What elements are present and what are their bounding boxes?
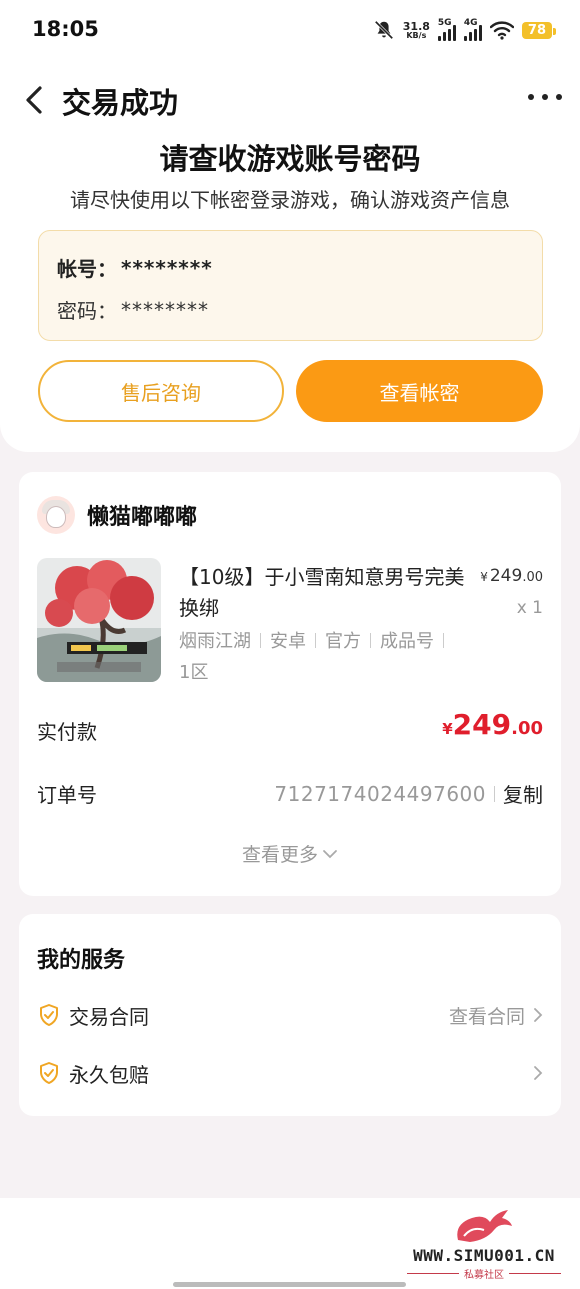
services-title: 我的服务: [37, 948, 126, 973]
page-title: 交易成功: [62, 86, 179, 120]
service-action-label: 查看合同: [448, 1005, 525, 1028]
avatar: [37, 496, 75, 534]
see-more-label: 查看更多: [241, 844, 318, 866]
paid-label: 实付款: [37, 720, 97, 744]
status-bar: 18:05 31.8 KB/s 5G 4G 78: [0, 0, 580, 62]
more-icon[interactable]: [528, 84, 562, 110]
service-contract[interactable]: 交易合同 查看合同: [37, 995, 543, 1035]
sim2-label: 4G: [463, 18, 478, 28]
password-value: ********: [121, 297, 209, 322]
tag: 官方: [325, 631, 361, 652]
net-speed-value: 31.8: [402, 19, 430, 33]
service-action: 查看合同: [449, 1002, 543, 1029]
service-guarantee[interactable]: 永久包赔: [37, 1053, 543, 1093]
watermark-logo: [457, 1210, 512, 1242]
product-price: ¥249.00: [480, 566, 543, 586]
copy-button[interactable]: 复制: [503, 779, 543, 808]
watermark-sub-text: 私募社区: [464, 1270, 504, 1281]
signal-icon-2: 4G: [463, 18, 482, 41]
credentials-heading: 请查收游戏账号密码: [159, 142, 421, 176]
seller-name: 懒猫嘟嘟嘟: [87, 505, 198, 530]
order-number-label: 订单号: [37, 783, 97, 807]
password-row: 密码： ********: [57, 295, 209, 324]
watermark-text: WWW.SIMU001.CN: [413, 1246, 555, 1265]
account-row: 帐号： ********: [57, 253, 213, 282]
chevron-right-icon: [534, 1066, 543, 1080]
service-action: [525, 1065, 543, 1081]
net-speed: 31.8 KB/s: [403, 21, 430, 40]
product-price-int: 249: [489, 566, 523, 586]
after-sales-button[interactable]: 售后咨询: [38, 360, 284, 422]
product-quantity: x 1: [516, 598, 543, 618]
product-tags: 烟雨江湖 安卓 官方 成品号 1区: [179, 626, 469, 688]
home-indicator[interactable]: [173, 1282, 406, 1287]
status-icons: 31.8 KB/s 5G 4G 78: [373, 18, 557, 42]
battery-icon: 78: [521, 21, 557, 39]
account-label: 帐号：: [57, 257, 117, 281]
tag: 1区: [179, 662, 209, 683]
nav-bar: 交易成功: [0, 72, 580, 126]
service-label: 交易合同: [69, 1004, 149, 1029]
net-speed-unit: KB/s: [406, 30, 427, 40]
chevron-down-icon: [323, 849, 337, 858]
chevron-right-icon: [534, 1008, 543, 1022]
status-time: 18:05: [32, 17, 99, 41]
paid-dec: .00: [511, 718, 543, 739]
password-label: 密码：: [57, 299, 117, 323]
watermark-sub: 私募社区: [396, 1266, 572, 1281]
tag: 烟雨江湖: [179, 631, 251, 652]
wifi-icon: [489, 21, 514, 40]
bell-off-icon: [374, 20, 393, 40]
view-credentials-button[interactable]: 查看帐密: [296, 360, 543, 422]
order-number-row: 7127174024497600 复制: [274, 779, 543, 808]
paid-amount: ¥249.00: [442, 708, 543, 741]
tag: 成品号: [380, 631, 434, 652]
order-number: 7127174024497600: [274, 781, 486, 806]
product-thumbnail[interactable]: [37, 558, 161, 682]
order-card: 懒猫嘟嘟嘟 【10级】于小雪南知意男号完美换绑 ¥249.00 x 1 烟雨江湖…: [19, 472, 561, 896]
product-price-dec: .00: [522, 570, 543, 585]
product-title[interactable]: 【10级】于小雪南知意男号完美换绑: [179, 562, 469, 624]
paid-symbol: ¥: [442, 720, 453, 738]
account-value: ********: [121, 255, 213, 280]
shield-check-icon: [40, 1062, 58, 1084]
signal-icon: 5G: [437, 18, 456, 41]
see-more-button[interactable]: 查看更多: [19, 840, 561, 867]
credentials-subheading: 请尽快使用以下帐密登录游戏，确认游戏资产信息: [70, 188, 510, 212]
credentials-box: 帐号： ******** 密码： ********: [38, 230, 543, 341]
seller-info[interactable]: 懒猫嘟嘟嘟: [37, 496, 197, 534]
paid-int: 249: [452, 708, 512, 741]
product-price-symbol: ¥: [480, 570, 488, 584]
services-card: 我的服务 交易合同 查看合同 永久包赔: [19, 914, 561, 1116]
shield-check-icon: [40, 1004, 58, 1026]
service-label: 永久包赔: [69, 1062, 149, 1087]
watermark: WWW.SIMU001.CN 私募社区: [396, 1206, 572, 1284]
back-arrow-icon[interactable]: [18, 80, 50, 120]
sim1-label: 5G: [437, 18, 452, 28]
tag: 安卓: [270, 631, 306, 652]
